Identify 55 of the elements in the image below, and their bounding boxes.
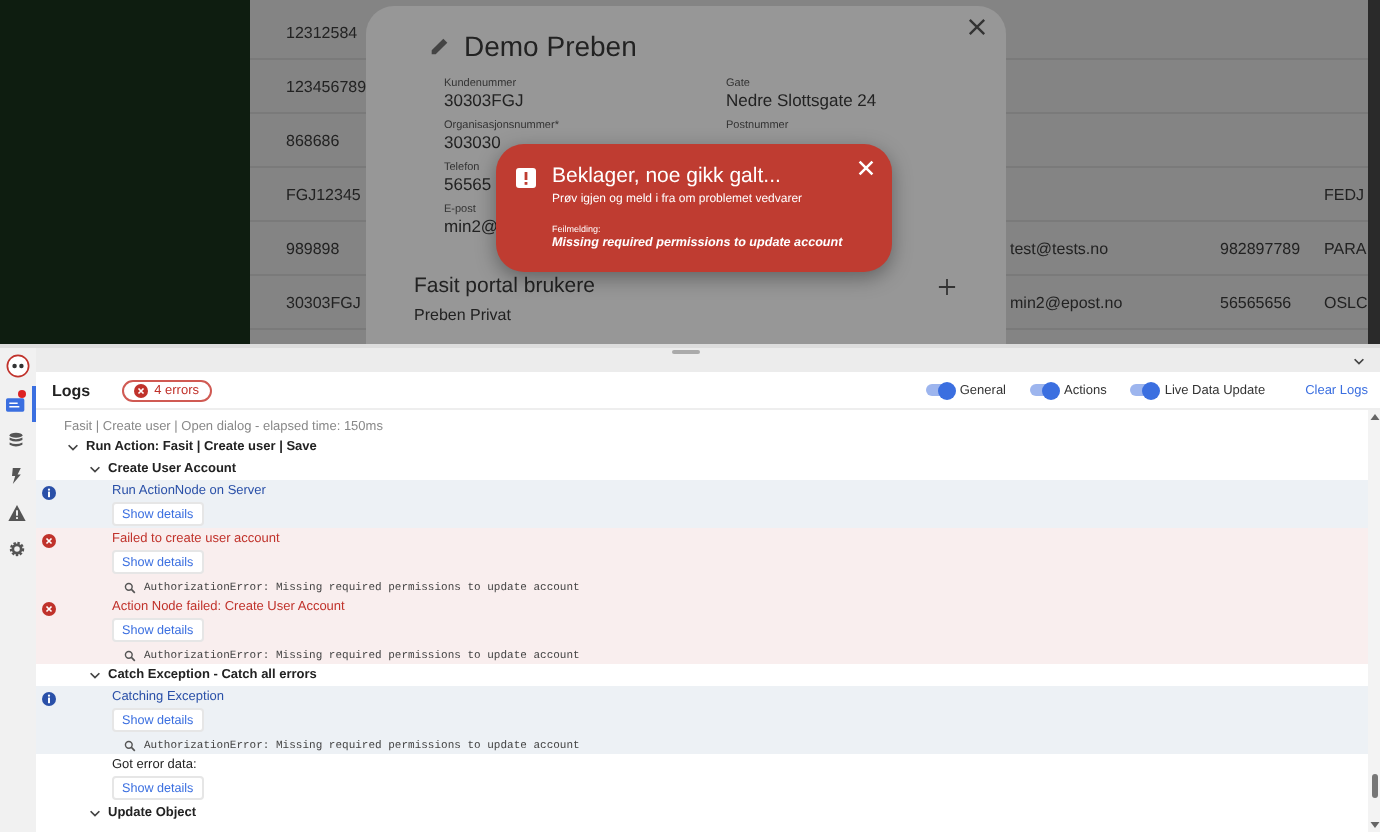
magnifier-icon: [124, 649, 136, 661]
field-value: Nedre Slottsgate 24: [726, 90, 877, 110]
error-icon: [134, 383, 149, 397]
section-title: Fasit portal brukere: [414, 274, 595, 298]
scrollbar[interactable]: [1367, 0, 1380, 344]
resize-handle[interactable]: [672, 350, 700, 354]
table-cell: 12312584: [286, 23, 358, 41]
table-cell: 123456789: [286, 77, 367, 95]
toggle-switch[interactable]: [1130, 384, 1159, 396]
arrow-up-icon[interactable]: [1369, 414, 1379, 420]
table-cell: 56565656: [1220, 293, 1292, 311]
chevron-down-icon[interactable]: [88, 462, 102, 476]
field-value: 303030: [444, 132, 501, 152]
bolt-icon: [8, 468, 24, 484]
magnifier-icon: [124, 739, 136, 751]
magnifier-icon: [124, 581, 136, 593]
table-cell: OSLC: [1324, 293, 1368, 311]
toggle-switch[interactable]: [925, 384, 954, 396]
table-cell: 30303FGJ: [286, 293, 361, 311]
logs-title: Logs: [52, 381, 91, 399]
table-cell: min2@epost.no: [1010, 293, 1123, 311]
logs-tab[interactable]: [0, 386, 36, 422]
settings-icon: [7, 539, 25, 557]
toast-title: Beklager, noe gikk galt...: [552, 164, 781, 188]
table-cell: 868686: [286, 131, 340, 149]
field-value: 56565: [444, 174, 492, 194]
table-cell: PARA: [1324, 239, 1367, 257]
error-icon: [42, 534, 56, 548]
warning-icon: [7, 503, 25, 521]
list-icon: [6, 395, 26, 413]
chevron-down-icon[interactable]: [1352, 353, 1366, 367]
logo-icon[interactable]: [6, 354, 30, 378]
toggle-switch[interactable]: [1030, 384, 1058, 396]
scrollbar[interactable]: [1368, 410, 1380, 832]
user-name: Preben Privat: [414, 306, 511, 324]
table-cell: 982897789: [1220, 239, 1301, 257]
chevron-down-icon[interactable]: [66, 440, 80, 454]
table-cell: 989898: [286, 239, 340, 257]
pencil-icon: [430, 36, 450, 56]
plus-icon[interactable]: [938, 277, 956, 295]
field-value: 30303FGJ: [444, 90, 524, 110]
field-value: min2@: [444, 216, 499, 236]
table-cell: FGJ12345: [286, 185, 361, 203]
info-icon: [42, 486, 56, 500]
table-cell: test@tests.no: [1010, 239, 1109, 257]
chevron-down-icon[interactable]: [88, 668, 102, 682]
chevron-down-icon[interactable]: [88, 806, 102, 820]
alert-icon: [516, 168, 536, 188]
error-icon: [42, 602, 56, 616]
close-icon[interactable]: [968, 18, 986, 36]
info-icon: [42, 692, 56, 706]
arrow-down-icon[interactable]: [1369, 822, 1379, 828]
database-icon: [8, 432, 24, 448]
table-cell: FEDJ: [1324, 185, 1364, 203]
dialog-title: Demo Preben: [464, 30, 637, 62]
